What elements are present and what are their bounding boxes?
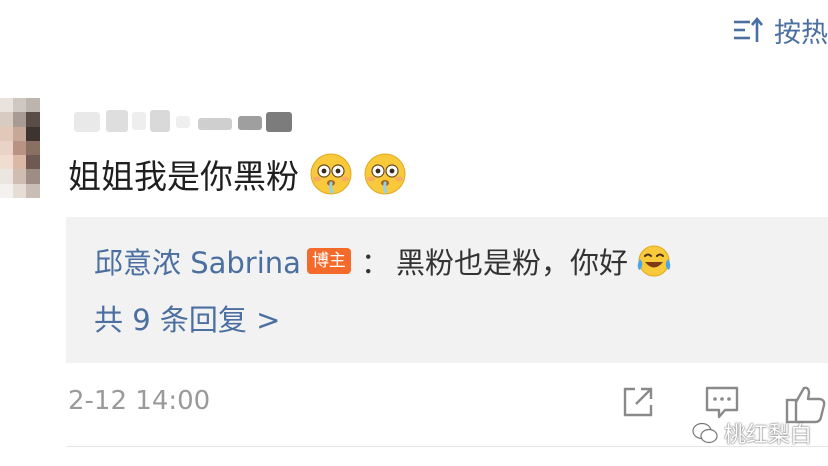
avatar[interactable]	[0, 98, 40, 198]
sort-button[interactable]: 按热	[732, 10, 828, 50]
reply-text: 黑粉也是粉，你好	[395, 246, 628, 280]
share-icon[interactable]	[620, 384, 656, 420]
more-replies-link[interactable]: 共 9 条回复 >	[94, 297, 280, 339]
flushed-face-icon	[310, 153, 352, 195]
comment-body: 姐姐我是你黑粉	[68, 157, 299, 196]
reply-author-link[interactable]: 邱意浓 Sabrina	[94, 240, 301, 282]
reply-separator: ：	[360, 246, 390, 280]
author-badge: 博主	[306, 248, 351, 274]
reply-preview-line: 邱意浓 Sabrina 博主 ： 黑粉也是粉，你好	[94, 239, 672, 283]
watermark: 桃红梨白	[692, 417, 812, 449]
sort-icon	[734, 16, 763, 42]
username-blurred[interactable]	[72, 108, 302, 138]
wechat-icon	[692, 422, 718, 444]
sort-label: 按热	[774, 17, 828, 49]
laughing-tears-icon	[637, 245, 671, 277]
comment-timestamp: 2-12 14:00	[68, 386, 211, 416]
watermark-label: 桃红梨白	[724, 423, 813, 448]
divider	[66, 446, 828, 447]
reply-preview-box[interactable]: 邱意浓 Sabrina 博主 ： 黑粉也是粉，你好 共 9 条回复 >	[66, 217, 828, 363]
flushed-face-icon	[364, 153, 406, 195]
comment-text: 姐姐我是你黑粉	[68, 150, 407, 198]
